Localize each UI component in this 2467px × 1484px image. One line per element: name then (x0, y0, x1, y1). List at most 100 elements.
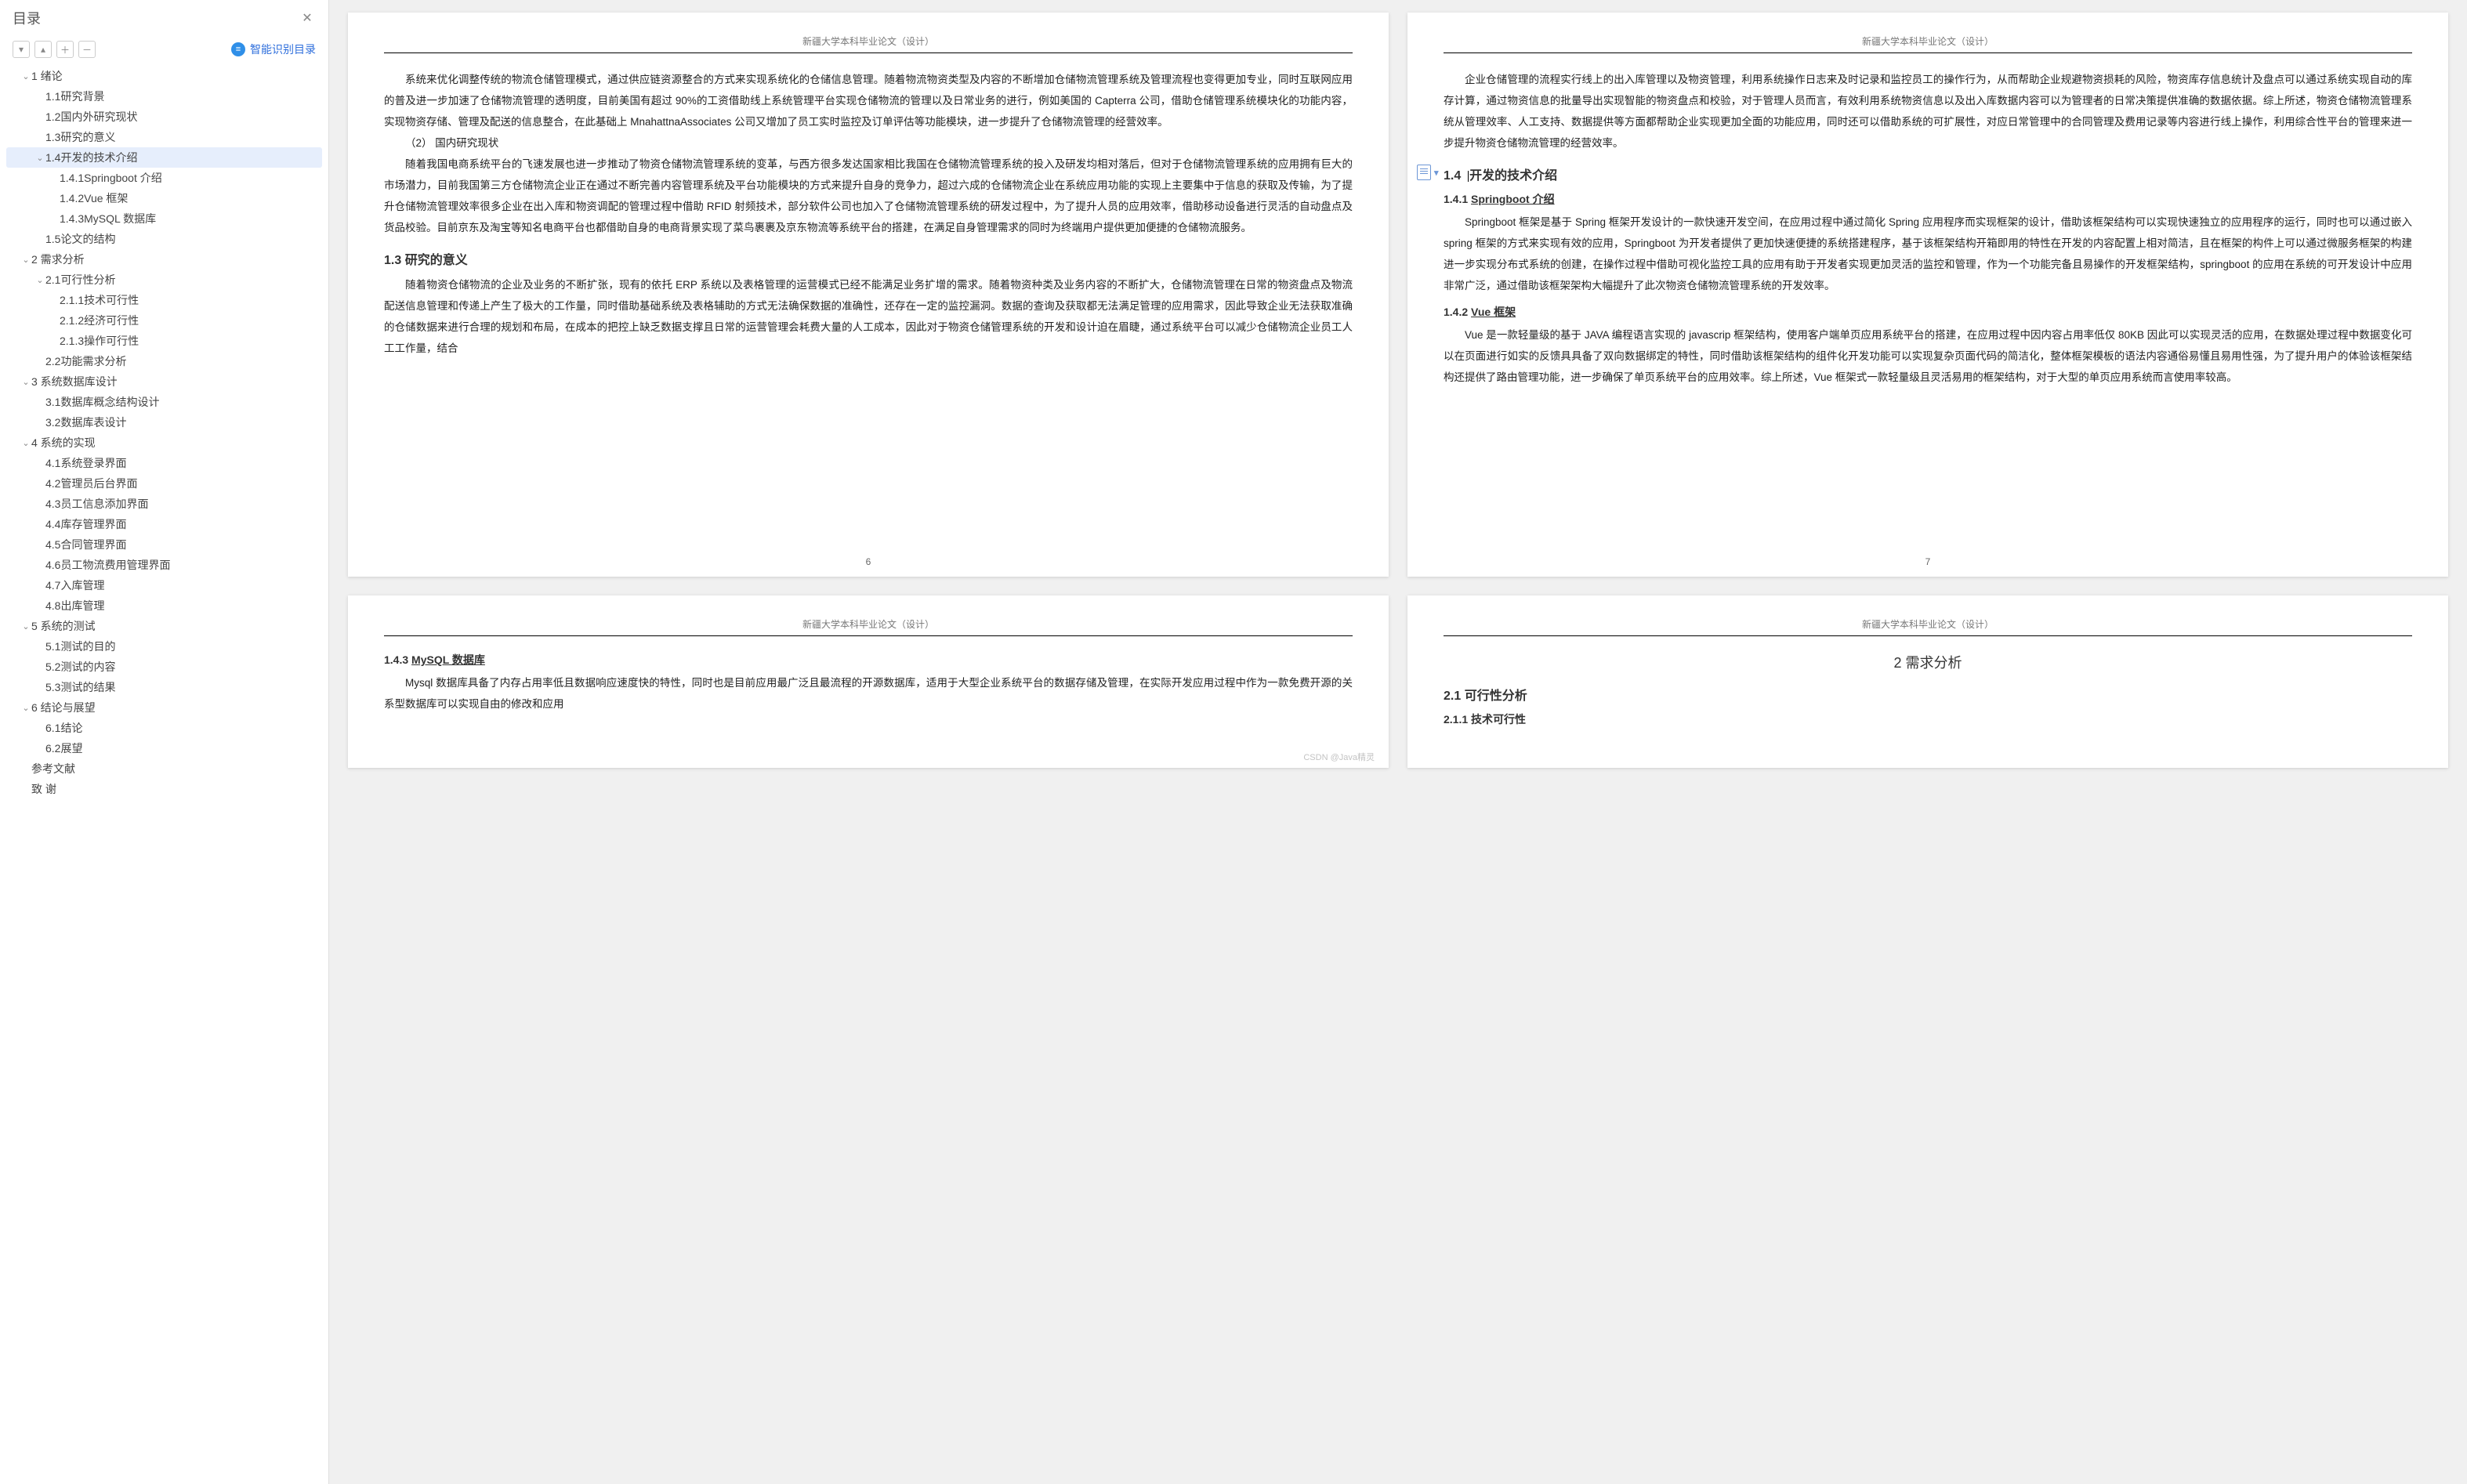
toc-item[interactable]: 5.3测试的结果 (6, 677, 322, 697)
smart-toc-icon: ≡ (231, 42, 245, 56)
toc-item[interactable]: ⌄4 系统的实现 (6, 433, 322, 453)
collapse-all-icon[interactable]: ▾ (13, 41, 30, 58)
toc-item-label: 4 系统的实现 (31, 435, 96, 451)
toc-item-label: 1.2国内外研究现状 (45, 109, 137, 125)
toc-item[interactable]: 1.1研究背景 (6, 86, 322, 107)
toc-item[interactable]: 3.1数据库概念结构设计 (6, 392, 322, 412)
toc-item[interactable]: 6.2展望 (6, 738, 322, 758)
body-paragraph: 随着我国电商系统平台的飞速发展也进一步推动了物资仓储物流管理系统的变革，与西方很… (384, 154, 1353, 238)
toc-item-label: 1.4.1Springboot 介绍 (60, 170, 162, 186)
toc-item-label: 1.4.2Vue 框架 (60, 190, 128, 206)
heading-1-4-2: 1.4.2 Vue 框架 (1444, 304, 2412, 320)
smart-toc-label: 智能识别目录 (250, 42, 316, 57)
toc-item[interactable]: ⌄5 系统的测试 (6, 616, 322, 636)
page-9: 新疆大学本科毕业论文（设计） 2 需求分析 2.1 可行性分析 2.1.1 技术… (1407, 595, 2448, 768)
toc-item[interactable]: 5.1测试的目的 (6, 636, 322, 657)
page-number: 6 (348, 556, 1389, 567)
toc-item-label: 1.4开发的技术介绍 (45, 150, 137, 165)
running-header: 新疆大学本科毕业论文（设计） (1444, 34, 2412, 48)
toc-item-label: 致 谢 (31, 781, 56, 797)
toc-item[interactable]: 4.2管理员后台界面 (6, 473, 322, 494)
running-header: 新疆大学本科毕业论文（设计） (384, 34, 1353, 48)
watermark: CSDN @Java精灵 (1303, 751, 1375, 763)
toc-item[interactable]: ⌄6 结论与展望 (6, 697, 322, 718)
toc-item[interactable]: 1.5论文的结构 (6, 229, 322, 249)
toc-item[interactable]: 6.1结论 (6, 718, 322, 738)
page-insert-icon[interactable]: ▾ (1417, 165, 1439, 180)
close-icon[interactable]: ✕ (299, 9, 316, 27)
toc-item[interactable]: ⌄1 绪论 (6, 66, 322, 86)
toc-item-label: 1.3研究的意义 (45, 129, 115, 145)
toc-item[interactable]: ⌄1.4开发的技术介绍 (6, 147, 322, 168)
toc-item[interactable]: 4.7入库管理 (6, 575, 322, 595)
body-paragraph: Mysql 数据库具备了内存占用率低且数据响应速度快的特性，同时也是目前应用最广… (384, 672, 1353, 715)
toc-item[interactable]: 1.3研究的意义 (6, 127, 322, 147)
toc-item[interactable]: 5.2测试的内容 (6, 657, 322, 677)
toc-item[interactable]: 1.4.3MySQL 数据库 (6, 208, 322, 229)
toc-item[interactable]: 4.4库存管理界面 (6, 514, 322, 534)
body-paragraph: Vue 是一款轻量级的基于 JAVA 编程语言实现的 javascrip 框架结… (1444, 324, 2412, 388)
toc-item[interactable]: ⌄3 系统数据库设计 (6, 371, 322, 392)
toc-item-label: 3.1数据库概念结构设计 (45, 394, 159, 410)
toc-item[interactable]: 2.1.2经济可行性 (6, 310, 322, 331)
heading-1-3: 1.3 研究的意义 (384, 249, 1353, 268)
toc-item[interactable]: 4.6员工物流费用管理界面 (6, 555, 322, 575)
chevron-down-icon[interactable]: ⌄ (20, 621, 31, 632)
chevron-down-icon[interactable]: ⌄ (20, 71, 31, 81)
add-icon[interactable]: ＋ (56, 41, 74, 58)
toc-item-label: 6.2展望 (45, 740, 82, 756)
page-number: 7 (1407, 556, 2448, 567)
toc-item-label: 5.2测试的内容 (45, 659, 115, 675)
chevron-down-icon[interactable]: ⌄ (20, 255, 31, 265)
toc-item[interactable]: 1.4.1Springboot 介绍 (6, 168, 322, 188)
toc-item-label: 4.2管理员后台界面 (45, 476, 137, 491)
body-paragraph: 企业仓储管理的流程实行线上的出入库管理以及物资管理，利用系统操作日志来及时记录和… (1444, 69, 2412, 154)
toc-item-label: 4.6员工物流费用管理界面 (45, 557, 170, 573)
toc-item-label: 5.1测试的目的 (45, 639, 115, 654)
smart-toc-button[interactable]: ≡ 智能识别目录 (231, 42, 316, 57)
toc-item-label: 4.4库存管理界面 (45, 516, 126, 532)
document-area[interactable]: 新疆大学本科毕业论文（设计） 系统来优化调整传统的物流仓储管理模式，通过供应链资… (329, 0, 2467, 1484)
chevron-down-icon[interactable]: ⌄ (34, 275, 45, 285)
heading-2-1-1: 2.1.1 技术可行性 (1444, 711, 2412, 727)
toc-item-label: 4.8出库管理 (45, 598, 104, 614)
toc-item-label: 5 系统的测试 (31, 618, 96, 634)
toc-item-label: 1 绪论 (31, 68, 63, 84)
remove-icon[interactable]: － (78, 41, 96, 58)
expand-all-icon[interactable]: ▴ (34, 41, 52, 58)
toc-item-label: 6 结论与展望 (31, 700, 96, 715)
toc-item[interactable]: 3.2数据库表设计 (6, 412, 322, 433)
text-cursor (1468, 171, 1469, 182)
toc-item[interactable]: 2.1.1技术可行性 (6, 290, 322, 310)
toc-list: ⌄1 绪论1.1研究背景1.2国内外研究现状1.3研究的意义⌄1.4开发的技术介… (0, 63, 328, 1484)
toc-item[interactable]: 2.2功能需求分析 (6, 351, 322, 371)
toc-item[interactable]: 1.4.2Vue 框架 (6, 188, 322, 208)
toc-item-label: 1.1研究背景 (45, 89, 104, 104)
toc-item[interactable]: 参考文献 (6, 758, 322, 779)
toc-item[interactable]: 4.5合同管理界面 (6, 534, 322, 555)
page-7: 新疆大学本科毕业论文（设计） 企业仓储管理的流程实行线上的出入库管理以及物资管理… (1407, 13, 2448, 577)
toc-item-label: 2.1.2经济可行性 (60, 313, 139, 328)
toc-item[interactable]: ⌄2 需求分析 (6, 249, 322, 270)
toc-item[interactable]: 致 谢 (6, 779, 322, 799)
toc-item-label: 3.2数据库表设计 (45, 414, 126, 430)
toc-item[interactable]: ⌄2.1可行性分析 (6, 270, 322, 290)
toc-item[interactable]: 4.1系统登录界面 (6, 453, 322, 473)
chevron-down-icon[interactable]: ⌄ (20, 703, 31, 713)
heading-1-4-3: 1.4.3 MySQL 数据库 (384, 652, 1353, 668)
toc-item[interactable]: 4.8出库管理 (6, 595, 322, 616)
toc-sidebar: 目录 ✕ ▾ ▴ ＋ － ≡ 智能识别目录 ⌄1 绪论1.1研究背景1.2国内外… (0, 0, 329, 1484)
toc-item-label: 2.1.1技术可行性 (60, 292, 139, 308)
toc-title: 目录 (13, 8, 41, 28)
toc-item[interactable]: 4.3员工信息添加界面 (6, 494, 322, 514)
toc-item[interactable]: 2.1.3操作可行性 (6, 331, 322, 351)
chevron-down-icon[interactable]: ⌄ (34, 153, 45, 163)
chevron-down-icon[interactable]: ⌄ (20, 438, 31, 448)
chevron-down-icon[interactable]: ⌄ (20, 377, 31, 387)
running-header: 新疆大学本科毕业论文（设计） (1444, 617, 2412, 631)
body-paragraph: 系统来优化调整传统的物流仓储管理模式，通过供应链资源整合的方式来实现系统化的仓储… (384, 69, 1353, 132)
toc-item-label: 4.1系统登录界面 (45, 455, 126, 471)
toc-item[interactable]: 1.2国内外研究现状 (6, 107, 322, 127)
subheading-domestic: （2） 国内研究现状 (384, 132, 1353, 154)
toc-item-label: 2.1.3操作可行性 (60, 333, 139, 349)
